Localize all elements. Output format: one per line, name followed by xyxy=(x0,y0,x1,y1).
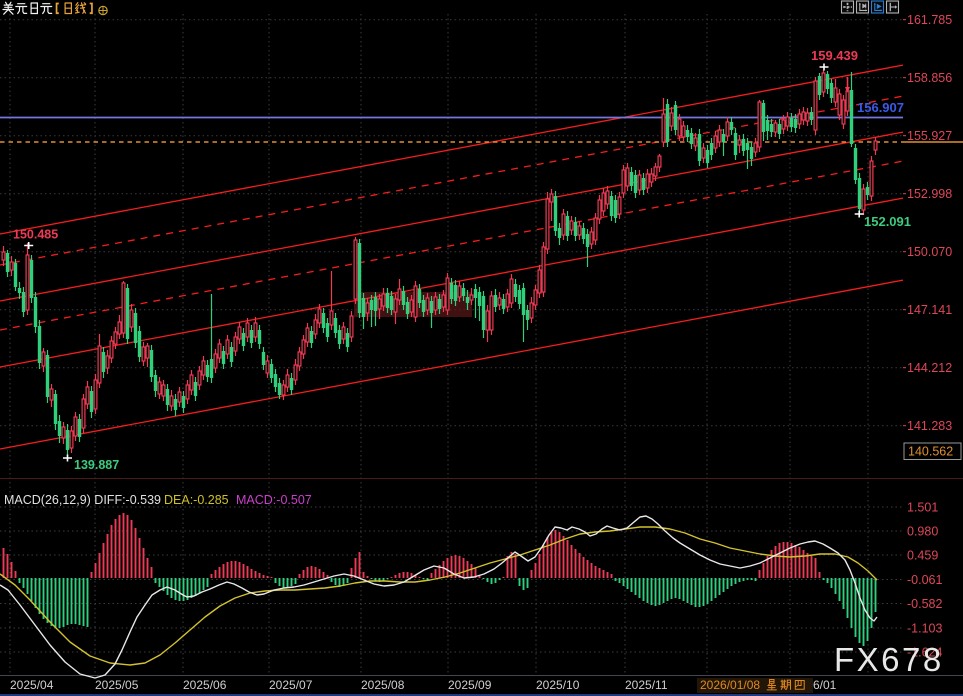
svg-text:2025/07: 2025/07 xyxy=(269,678,313,692)
svg-text:-1.103: -1.103 xyxy=(907,621,942,635)
svg-text:158.856: 158.856 xyxy=(907,71,952,85)
svg-text:2025/11: 2025/11 xyxy=(625,678,668,692)
svg-text:-0.061: -0.061 xyxy=(907,573,942,587)
svg-text:139.887: 139.887 xyxy=(74,458,119,472)
svg-text:2026/01/08: 2026/01/08 xyxy=(700,678,760,692)
svg-text:156.907: 156.907 xyxy=(857,100,904,115)
svg-text:144.212: 144.212 xyxy=(907,361,952,375)
svg-text:6/01: 6/01 xyxy=(813,678,837,692)
svg-text:2025/06: 2025/06 xyxy=(183,678,227,692)
svg-text:2025/10: 2025/10 xyxy=(536,678,580,692)
svg-text:FX678: FX678 xyxy=(834,641,944,678)
svg-text:152.091: 152.091 xyxy=(864,214,911,229)
svg-text:MACD:-0.507: MACD:-0.507 xyxy=(236,493,312,507)
svg-text:159.439: 159.439 xyxy=(811,48,858,63)
svg-text:2025/09: 2025/09 xyxy=(448,678,492,692)
svg-text:147.141: 147.141 xyxy=(907,303,952,317)
svg-text:2025/08: 2025/08 xyxy=(361,678,405,692)
svg-text:150.485: 150.485 xyxy=(13,228,58,242)
svg-text:155.927: 155.927 xyxy=(907,129,952,143)
svg-text:0.459: 0.459 xyxy=(907,548,938,562)
svg-text:2025/04: 2025/04 xyxy=(10,678,54,692)
svg-text:0.980: 0.980 xyxy=(907,524,938,538)
svg-text:140.562: 140.562 xyxy=(908,445,953,459)
svg-text:141.283: 141.283 xyxy=(907,419,952,433)
svg-text:1.501: 1.501 xyxy=(907,500,938,514)
svg-text:161.785: 161.785 xyxy=(907,13,952,27)
svg-text:DEA:-0.285: DEA:-0.285 xyxy=(164,493,229,507)
svg-text:2025/05: 2025/05 xyxy=(95,678,139,692)
svg-text:-0.582: -0.582 xyxy=(907,597,942,611)
svg-text:150.070: 150.070 xyxy=(907,245,952,259)
svg-text:152.998: 152.998 xyxy=(907,187,952,201)
svg-text:MACD(26,12,9) DIFF:-0.539: MACD(26,12,9) DIFF:-0.539 xyxy=(4,493,161,507)
